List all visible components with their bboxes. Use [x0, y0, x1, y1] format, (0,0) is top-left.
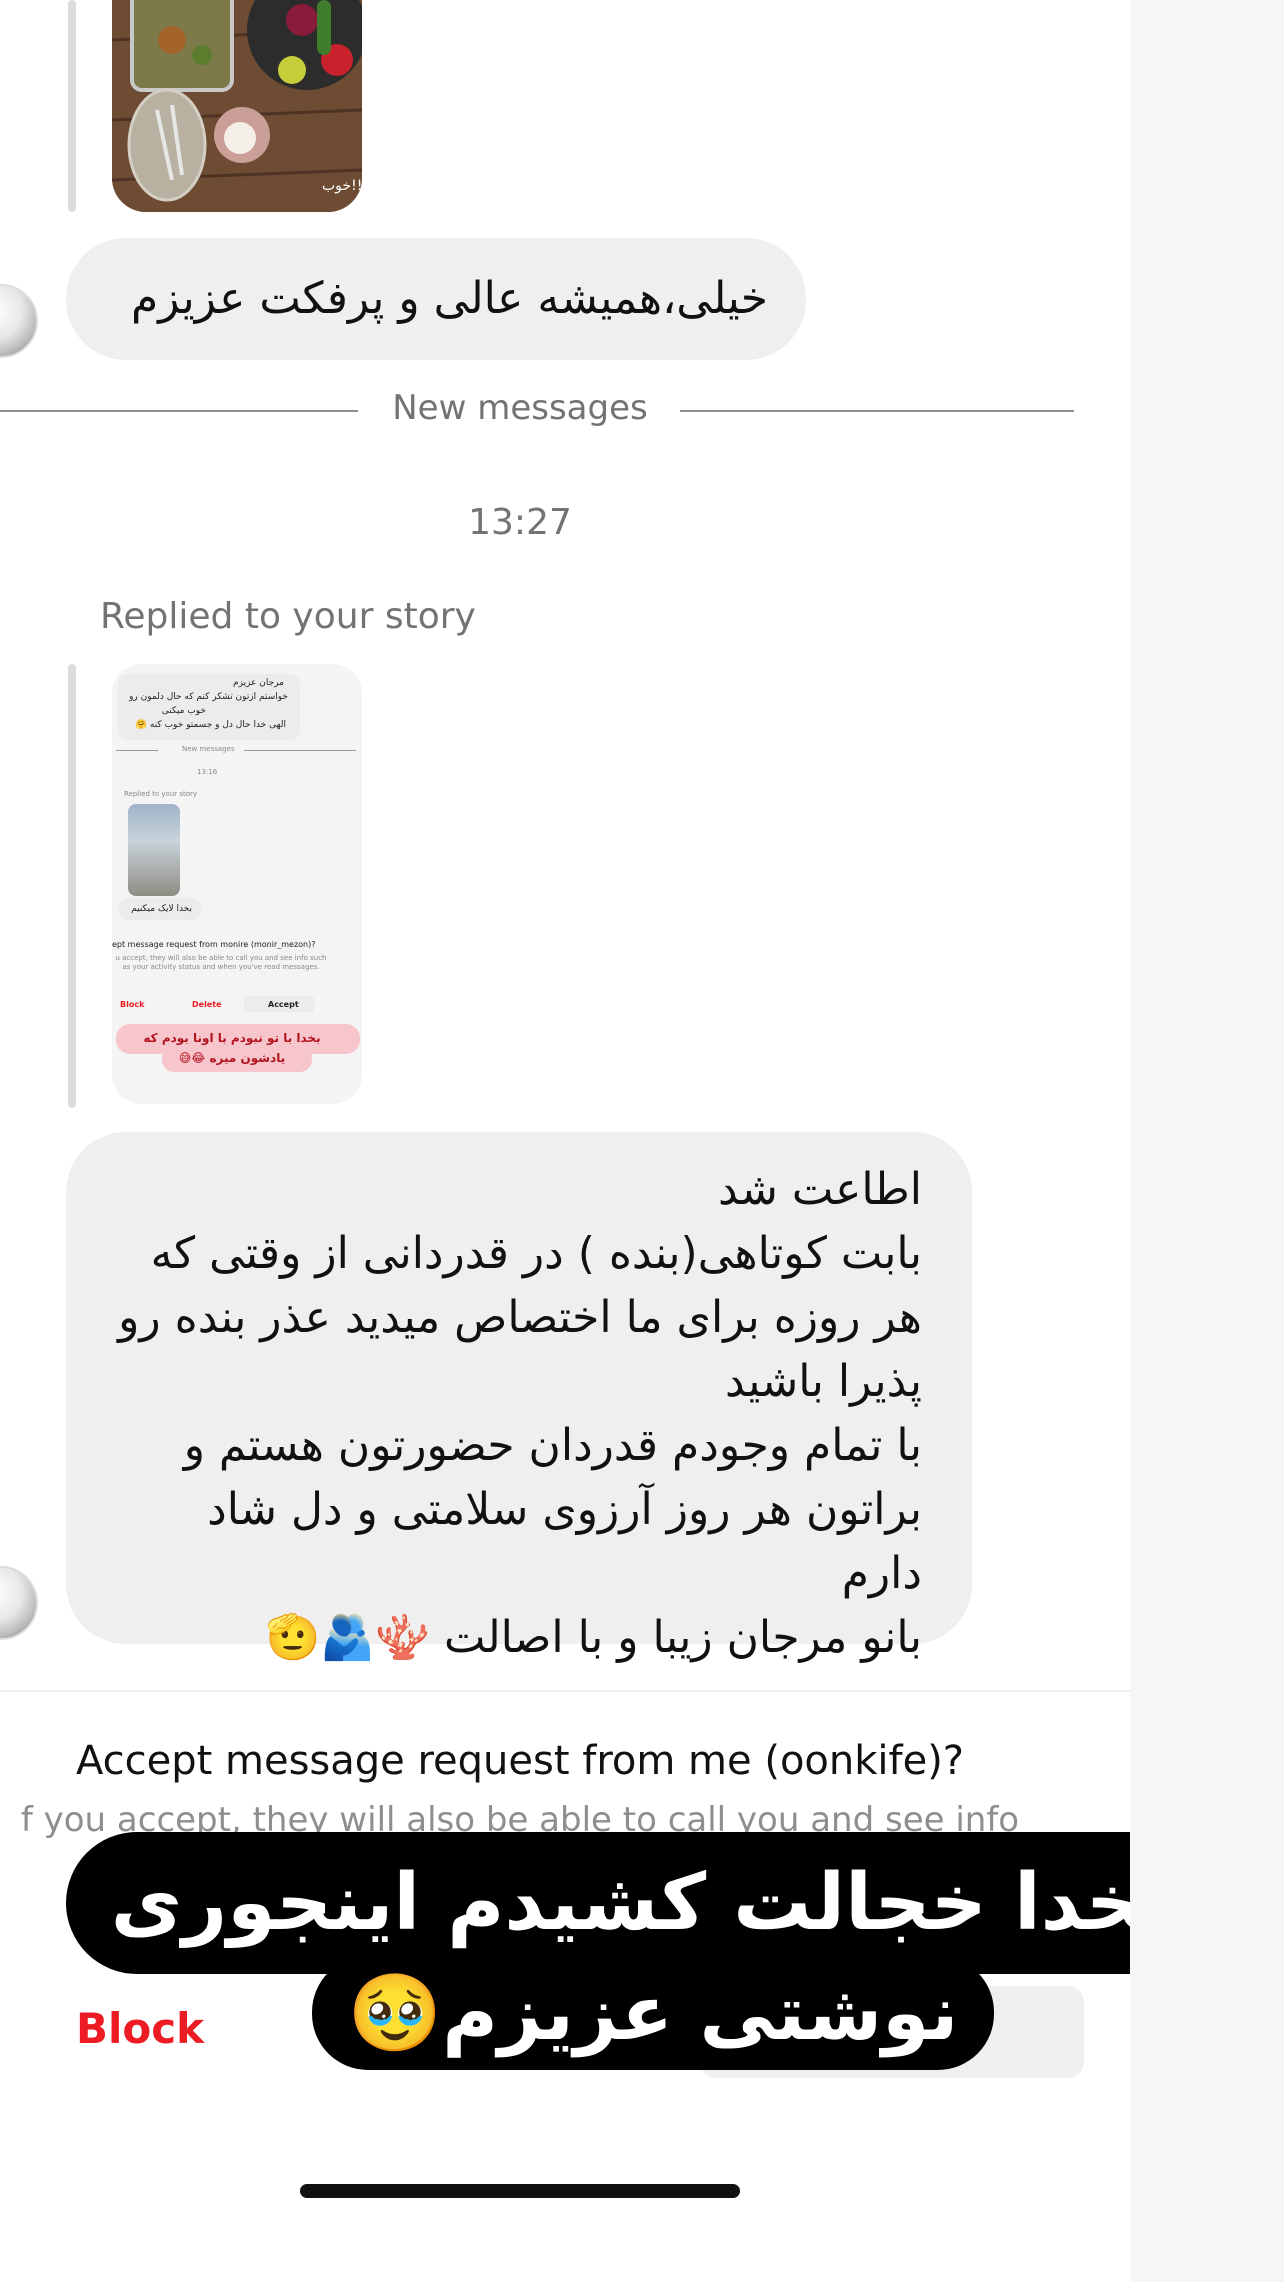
story-thread-line	[68, 0, 76, 212]
message-bubble[interactable]: اطاعت شد بابت کوتاهی(بنده ) در قدردانی ا…	[66, 1132, 972, 1663]
svg-text:خوب!!!: خوب!!!	[322, 178, 362, 194]
preview-sticker: بخدا با تو نبودم با اونا بودم که یادشون …	[143, 1031, 321, 1065]
preview-accept-info: u accept, they will also be able to call…	[115, 954, 327, 971]
block-button[interactable]: Block	[76, 2004, 204, 2053]
home-indicator[interactable]	[300, 2184, 740, 2198]
message-bubble[interactable]: خیلی،همیشه عالی و پرفکت عزیزم	[66, 238, 806, 360]
overlay-text-line1: بخدا خجالت کشیدم اینجوری	[66, 1832, 1130, 1974]
food-image: خوب!!!	[112, 0, 362, 212]
preview-block: Block	[120, 1000, 145, 1009]
request-title: Accept message request from me (oonkife)…	[75, 1738, 965, 1784]
request-separator	[0, 1690, 1130, 1692]
preview-new-messages: New messages	[182, 745, 235, 753]
preview-reply-text: بخدا لایک میکنیم	[131, 904, 192, 914]
preview-text: خوب میکنی	[161, 706, 206, 716]
preview-text: خواستم ازتون تشکر کنم که حال دلمون رو	[129, 692, 288, 702]
preview-delete: Delete	[192, 1000, 222, 1009]
new-messages-label: New messages	[392, 388, 648, 428]
timestamp: 13:27	[468, 502, 572, 543]
overlay-text-line2: نوشتی عزیزم🥹	[312, 1956, 994, 2070]
dm-thread-screen: خوب!!! خیلی،همیشه عالی و پرفکت عزیزم New…	[0, 0, 1130, 2282]
story-thumbnail-food[interactable]: خوب!!!	[112, 0, 362, 212]
divider-line-right	[680, 410, 1074, 412]
divider-line-left	[0, 410, 358, 412]
preview-replied: Replied to your story	[124, 790, 198, 798]
preview-divider	[116, 750, 158, 751]
story-thread-line	[68, 664, 76, 1108]
preview-divider	[244, 750, 356, 751]
preview-text: الهی خدا حال دل و جسمتو خوب کنه 🤗	[135, 720, 286, 730]
preview-text: مرجان عزیزم	[233, 678, 284, 688]
story-thumbnail-screenshot[interactable]: مرجان عزیزم خواستم ازتون تشکر کنم که حال…	[112, 664, 362, 1104]
preview-accept-question: ept message request from monire (monir_m…	[112, 940, 316, 949]
preview-accept: Accept	[268, 1000, 299, 1009]
preview-story-image	[128, 804, 180, 896]
sender-avatar[interactable]	[0, 1566, 38, 1640]
preview-time: 13:16	[197, 768, 218, 776]
replied-to-story-label: Replied to your story	[100, 596, 476, 637]
sender-avatar[interactable]	[0, 284, 38, 358]
